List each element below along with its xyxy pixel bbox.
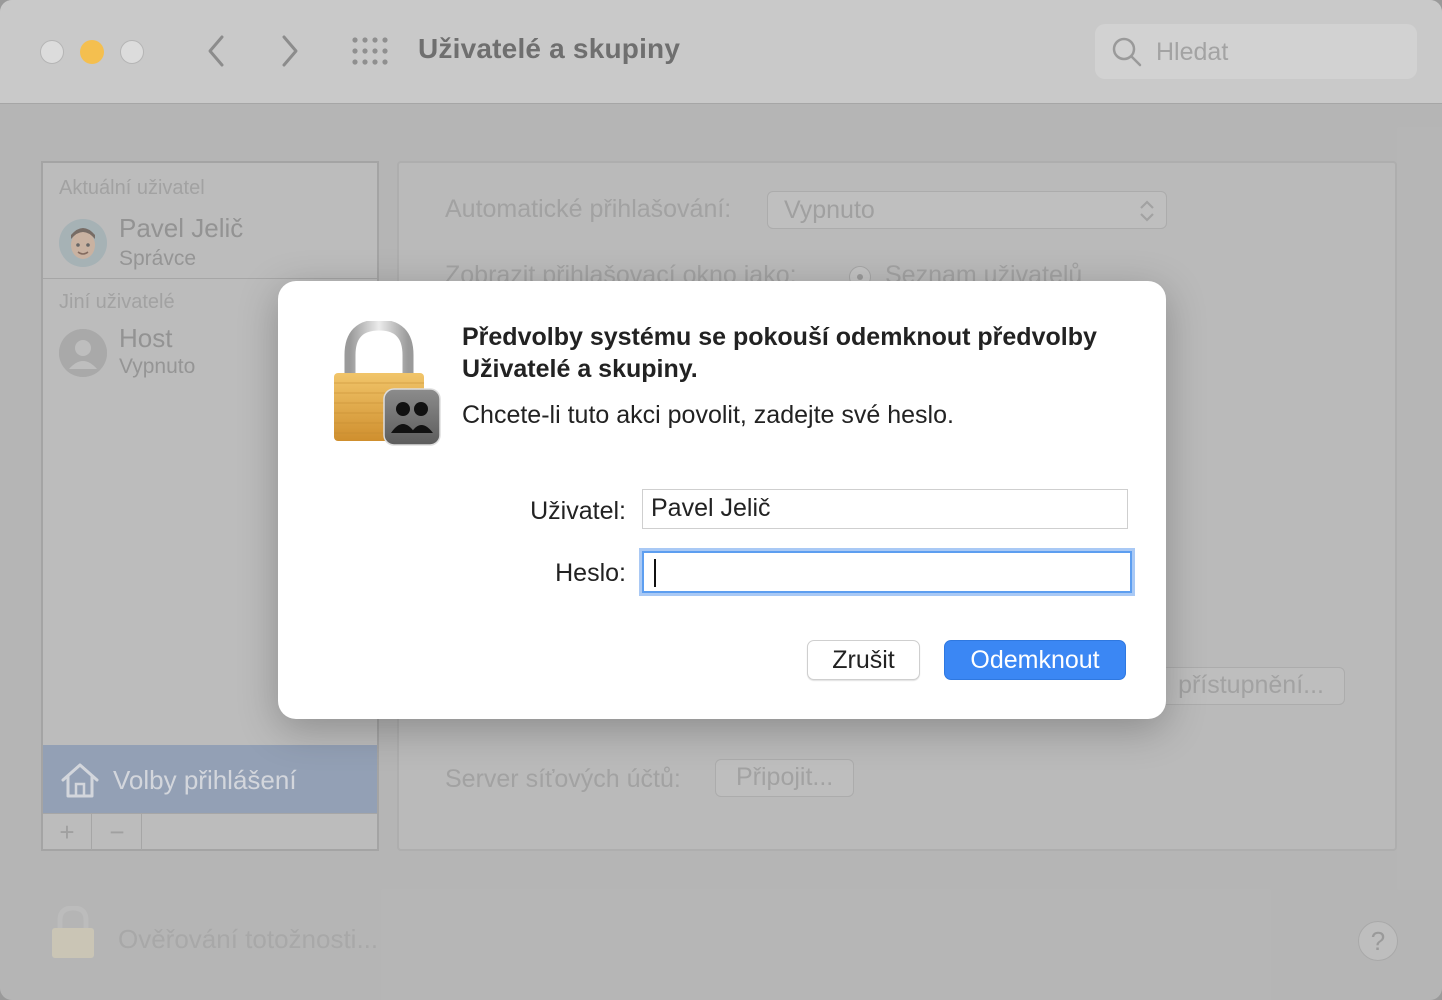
chevron-left-icon xyxy=(208,35,224,67)
search-placeholder: Hledat xyxy=(1156,38,1229,66)
search-icon xyxy=(1112,37,1142,67)
username-value: Pavel Jelič xyxy=(651,494,771,522)
window-title: Uživatelé a skupiny xyxy=(418,33,681,64)
padlock-users-icon xyxy=(334,319,441,446)
back-button[interactable] xyxy=(198,33,234,69)
title-bar: Uživatelé a skupiny Hledat xyxy=(0,0,1442,104)
forward-button[interactable] xyxy=(272,33,308,69)
password-field[interactable] xyxy=(642,551,1132,593)
cancel-button[interactable]: Zrušit xyxy=(807,640,920,680)
system-preferences-window: Uživatelé a skupiny Hledat Aktuální uživ… xyxy=(0,0,1442,1000)
unlock-button[interactable]: Odemknout xyxy=(944,640,1126,680)
username-field[interactable]: Pavel Jelič xyxy=(642,489,1128,529)
password-label: Heslo: xyxy=(555,559,626,587)
dialog-title: Předvolby systému se pokouší odemknout p… xyxy=(462,323,1097,383)
minimize-window-button[interactable] xyxy=(80,40,104,64)
chevron-right-icon xyxy=(282,35,298,67)
dialog-message: Chcete-li tuto akci povolit, zadejte své… xyxy=(462,401,954,429)
text-caret xyxy=(654,559,656,587)
show-all-button[interactable] xyxy=(352,37,390,65)
zoom-window-button[interactable] xyxy=(120,40,144,64)
close-window-button[interactable] xyxy=(40,40,64,64)
search-field[interactable]: Hledat xyxy=(1095,24,1417,79)
user-label: Uživatel: xyxy=(530,497,626,525)
grid-icon xyxy=(352,37,388,65)
unlock-dialog: Předvolby systému se pokouší odemknout p… xyxy=(278,281,1166,719)
lock-badge xyxy=(332,319,444,456)
